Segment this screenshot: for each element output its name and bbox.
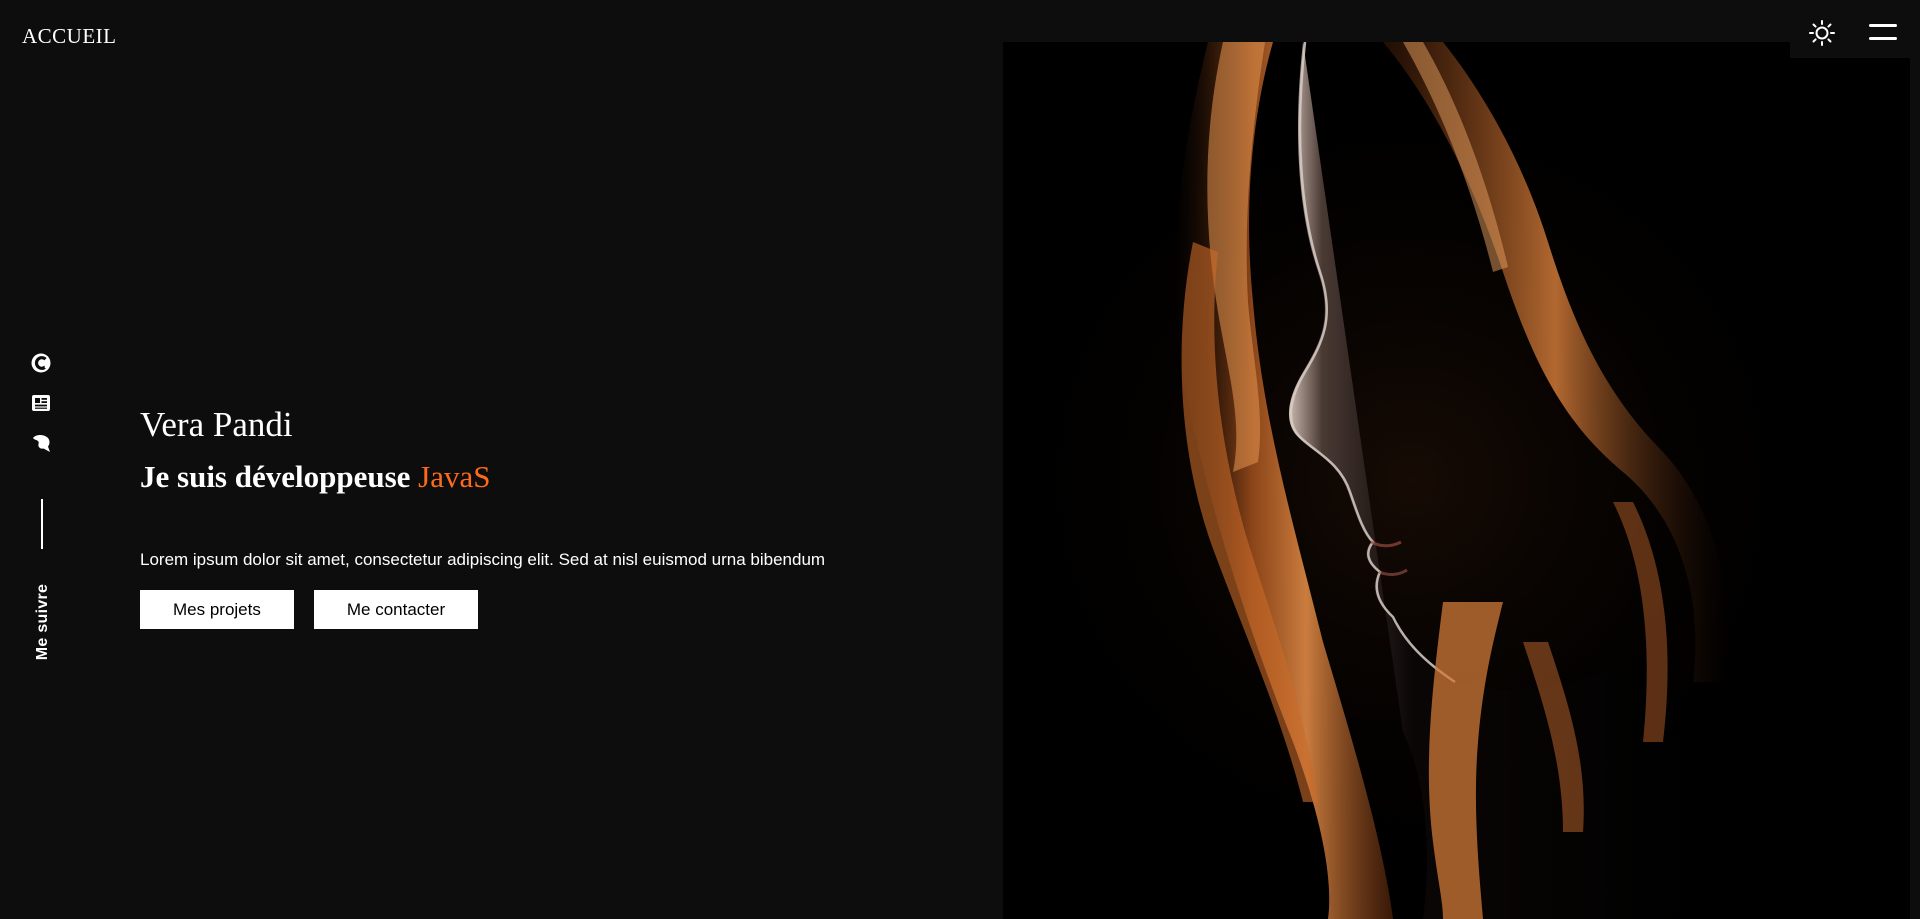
hero-description: Lorem ipsum dolor sit amet, consectetur … [140,550,826,569]
portrait-illustration [1003,42,1910,919]
projects-button[interactable]: Mes projets [140,590,294,629]
social-links [30,352,56,472]
contact-button[interactable]: Me contacter [313,590,479,629]
menu-line-top [1869,24,1897,27]
portrait-photo [1003,42,1910,919]
hero-name: Vera Pandi [140,405,293,444]
hero-section: Vera Pandi Je suis développeuse JavaS Lo… [140,403,1000,629]
hero-actions: Mes projets Me contacter [140,590,1000,629]
home-link[interactable]: ACCUEIL [22,24,117,49]
home-page: ACCUEIL Me suivre Vera Pandi Je suis dév… [0,0,1920,919]
hero-role: Je suis développeuse JavaS [140,457,1000,497]
menu-line-bottom [1869,37,1897,40]
follow-label: Me suivre [34,583,51,661]
codersrank-icon[interactable] [30,432,52,454]
hero-role-highlight: JavaS [418,459,491,494]
linkedin-icon[interactable] [30,392,52,414]
social-divider [41,499,43,549]
codepen-icon[interactable] [30,352,52,374]
header-tools [1790,0,1920,58]
hamburger-menu-icon[interactable] [1869,22,1899,42]
sun-icon[interactable] [1808,19,1836,47]
hero-role-prefix: Je suis développeuse [140,459,419,494]
